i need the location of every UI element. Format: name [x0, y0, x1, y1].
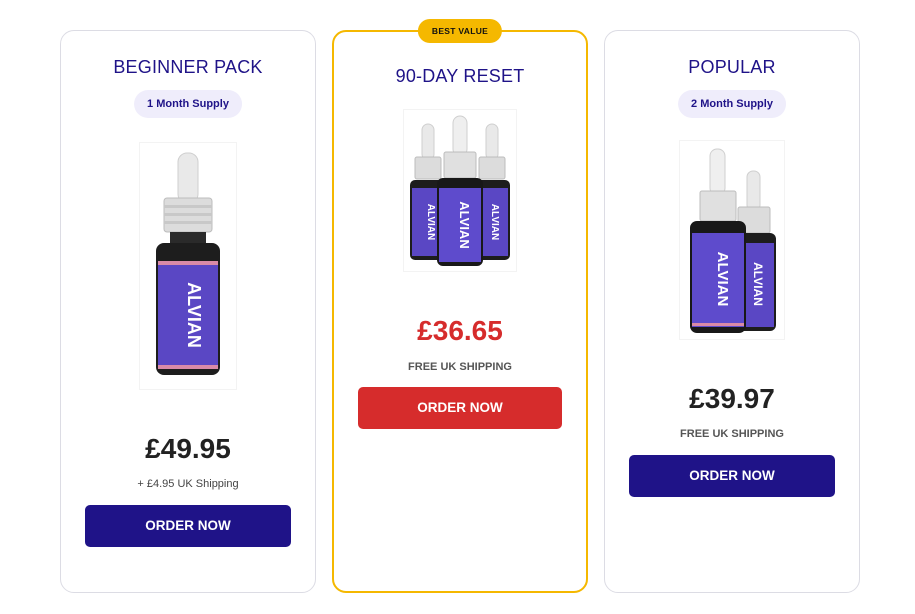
ninety-day-reset-card: BEST VALUE 90-DAY RESET ALVIAN ALVIAN AL… [332, 19, 588, 593]
bottle-label-text: ALVIAN [184, 282, 204, 348]
bottle-label-text: ALVIAN [457, 201, 472, 248]
order-now-button[interactable]: ORDER NOW [85, 505, 291, 547]
supply-pill: 1 Month Supply [134, 90, 242, 118]
bottle-illustration: ALVIAN [156, 152, 220, 375]
price: £39.97 [689, 383, 775, 414]
supply-pill: 2 Month Supply [678, 90, 786, 118]
bottles-illustration: ALVIAN ALVIAN ALVIAN [410, 115, 510, 266]
order-now-button[interactable]: ORDER NOW [358, 387, 562, 429]
product-image-3-bottles: ALVIAN ALVIAN ALVIAN [404, 110, 516, 271]
card-title: POPULAR [688, 57, 776, 77]
beginner-pack-card: BEGINNER PACK 1 Month Supply ALVIAN £49.… [60, 30, 316, 593]
product-image-1-bottle: ALVIAN [140, 143, 236, 389]
card-title: 90-DAY RESET [395, 66, 525, 86]
bottle-label-text: ALVIAN [425, 204, 436, 240]
order-now-button[interactable]: ORDER NOW [629, 455, 835, 497]
shipping-note: + £4.95 UK Shipping [137, 478, 239, 490]
card-title: BEGINNER PACK [113, 57, 263, 77]
best-value-badge: BEST VALUE [417, 19, 503, 43]
product-image-2-bottles: ALVIAN ALVIAN [680, 141, 784, 339]
price: £49.95 [145, 433, 231, 464]
price: £36.65 [417, 315, 503, 346]
shipping-note: FREE UK SHIPPING [680, 428, 784, 440]
bottle-label-text: ALVIAN [489, 204, 500, 240]
bottles-illustration: ALVIAN ALVIAN [690, 148, 776, 333]
bottle-label-text: ALVIAN [714, 252, 731, 307]
bottle-label-text: ALVIAN [751, 262, 765, 306]
popular-card: POPULAR 2 Month Supply ALVIAN ALVIAN £39… [604, 30, 860, 593]
shipping-note: FREE UK SHIPPING [408, 361, 512, 373]
